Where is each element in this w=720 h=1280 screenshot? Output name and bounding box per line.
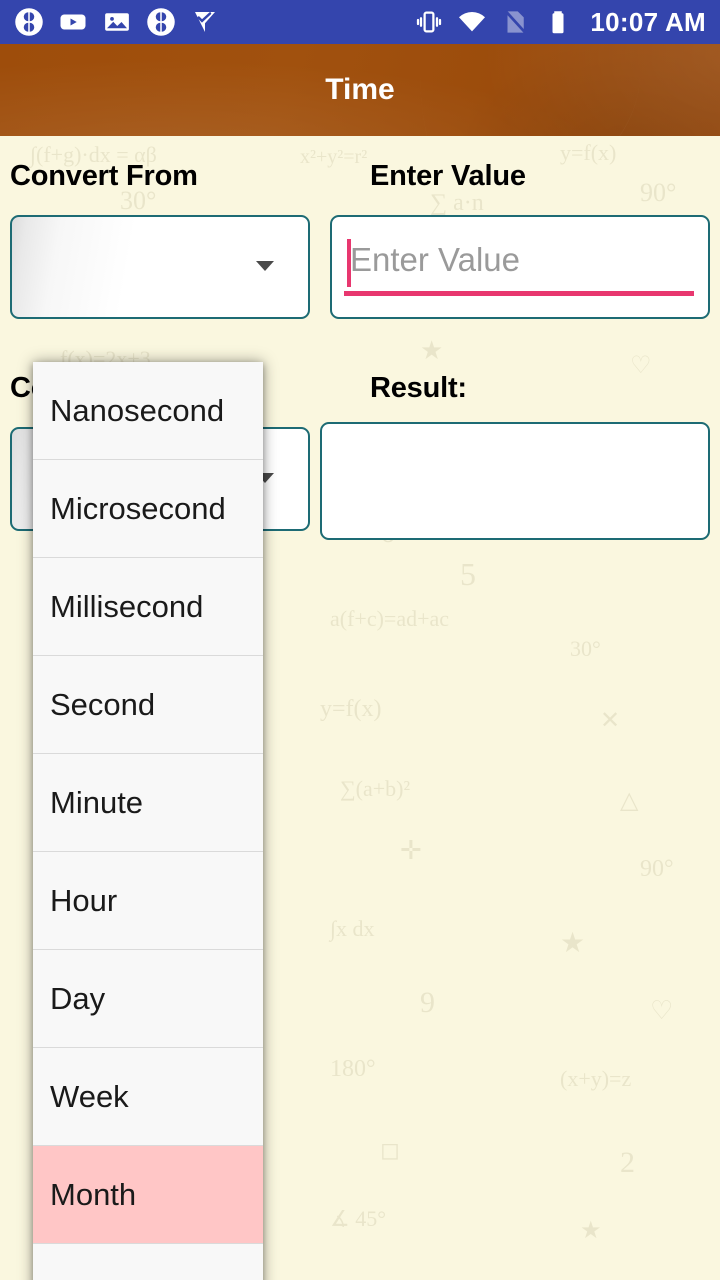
result-label: Result:	[370, 372, 467, 404]
page-title: Time	[325, 73, 395, 106]
main-content: ∫(f+g)·dx = αβ x²+y²=r² y=f(x) 30° ∑ a·n…	[0, 136, 720, 1280]
dropdown-item[interactable]: Minute	[33, 754, 263, 852]
status-bar-notification-icons	[14, 7, 220, 37]
dropdown-item-label: Millisecond	[50, 588, 204, 624]
photos-icon	[105, 13, 129, 31]
dropdown-item[interactable]: Year	[33, 1244, 263, 1280]
action-bar: Time	[0, 44, 720, 136]
status-bar: 10:07 AM	[0, 0, 720, 44]
actionbar-texture	[420, 44, 720, 136]
enter-value-label: Enter Value	[370, 160, 526, 192]
dropdown-item[interactable]: Millisecond	[33, 558, 263, 656]
dropdown-item[interactable]: Microsecond	[33, 460, 263, 558]
convert-from-label: Convert From	[10, 160, 198, 192]
dropdown-item-label: Month	[50, 1176, 137, 1212]
dropdown-item-selected[interactable]: Month	[33, 1146, 263, 1244]
dropdown-item-label: Second	[50, 686, 156, 722]
dropdown-item-label: Week	[50, 1078, 129, 1114]
phone-screen: 10:07 AM Time ∫(f+g)·dx = αβ x²+y²=r² y=…	[0, 0, 720, 1280]
dropdown-item[interactable]: Nanosecond	[33, 362, 263, 460]
checkmark-flag-icon	[195, 12, 215, 32]
actionbar-texture	[0, 44, 640, 136]
flower-app-icon	[15, 8, 43, 36]
result-field	[320, 422, 710, 540]
vibrate-icon	[417, 11, 442, 33]
dropdown-item-label: Nanosecond	[50, 392, 225, 428]
dropdown-item-label: Microsecond	[50, 490, 226, 526]
actionbar-texture	[520, 44, 720, 136]
dropdown-item[interactable]: Hour	[33, 852, 263, 950]
dropdown-item[interactable]: Week	[33, 1048, 263, 1146]
flower-app-icon	[147, 8, 175, 36]
battery-icon	[552, 11, 564, 34]
dropdown-item-label: Year	[50, 1275, 113, 1280]
dropdown-item[interactable]: Second	[33, 656, 263, 754]
convert-from-dropdown-list[interactable]: Nanosecond Microsecond Millisecond Secon…	[33, 362, 263, 1280]
dropdown-item-label: Hour	[50, 882, 118, 918]
convert-from-spinner[interactable]	[10, 215, 310, 319]
status-bar-system-icons: 10:07 AM	[414, 7, 706, 38]
dropdown-item-label: Day	[50, 980, 106, 1016]
wifi-icon	[459, 12, 486, 32]
dropdown-item[interactable]: Day	[33, 950, 263, 1048]
dropdown-item-label: Minute	[50, 784, 144, 820]
input-underline	[344, 291, 694, 296]
status-bar-clock: 10:07 AM	[590, 6, 706, 37]
enter-value-placeholder: Enter Value	[350, 241, 520, 278]
chevron-down-icon	[256, 261, 274, 271]
youtube-icon	[60, 14, 86, 30]
enter-value-field[interactable]: Enter Value	[330, 215, 710, 319]
no-sim-icon	[505, 10, 527, 34]
